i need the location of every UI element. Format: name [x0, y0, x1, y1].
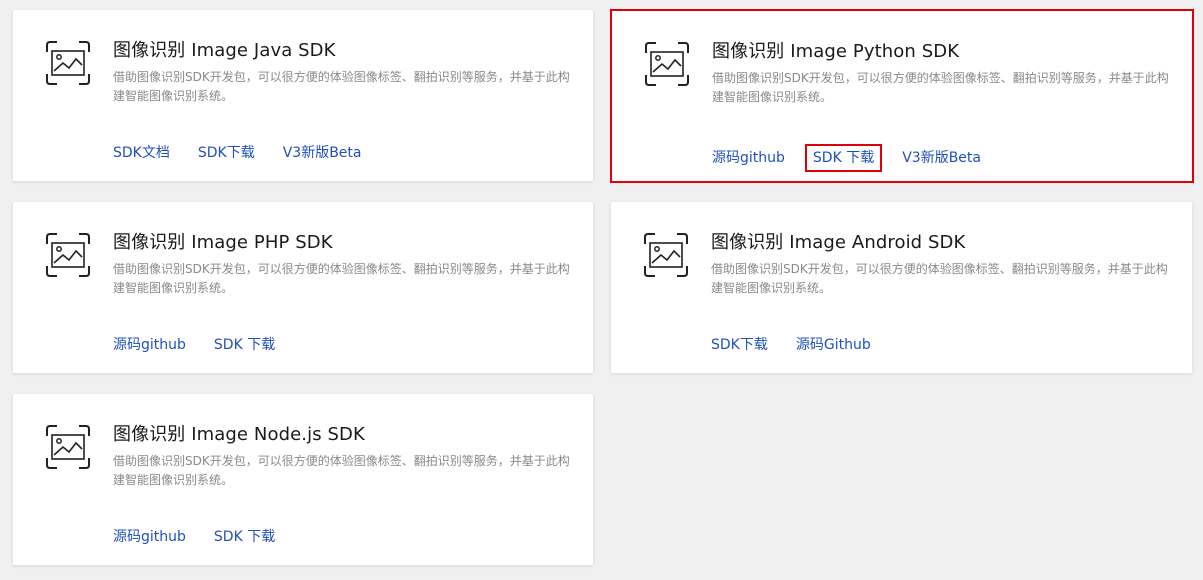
card-title: 图像识别 Image PHP SDK: [113, 232, 333, 253]
v3-beta-link[interactable]: V3新版Beta: [283, 143, 362, 163]
source-github-link[interactable]: 源码github: [113, 527, 186, 547]
card-title: 图像识别 Image Java SDK: [113, 40, 336, 61]
sdk-card-java: 图像识别 Image Java SDK 借助图像识别SDK开发包，可以很方便的体…: [13, 10, 593, 181]
card-title: 图像识别 Image Python SDK: [712, 41, 960, 62]
v3-beta-link[interactable]: V3新版Beta: [902, 148, 981, 168]
sdk-download-link[interactable]: SDK 下载: [214, 527, 275, 547]
card-links: SDK文档 SDK下载 V3新版Beta: [113, 143, 390, 163]
card-title: 图像识别 Image Node.js SDK: [113, 424, 365, 445]
image-recognition-icon: [644, 41, 690, 87]
sdk-download-link[interactable]: SDK 下载: [804, 144, 883, 172]
card-links: 源码github SDK 下载 V3新版Beta: [712, 144, 1009, 172]
image-recognition-icon: [45, 40, 91, 86]
card-description: 借助图像识别SDK开发包，可以很方便的体验图像标签、翻拍识别等服务，并基于此构建…: [113, 262, 570, 295]
image-recognition-icon: [643, 232, 689, 278]
sdk-card-nodejs: 图像识别 Image Node.js SDK 借助图像识别SDK开发包，可以很方…: [13, 394, 593, 565]
image-recognition-icon: [45, 424, 91, 470]
card-description: 借助图像识别SDK开发包，可以很方便的体验图像标签、翻拍识别等服务，并基于此构建…: [712, 71, 1169, 104]
card-description: 借助图像识别SDK开发包，可以很方便的体验图像标签、翻拍识别等服务，并基于此构建…: [711, 262, 1168, 295]
card-title: 图像识别 Image Android SDK: [711, 232, 966, 253]
card-links: 源码github SDK 下载: [113, 527, 303, 547]
sdk-card-php: 图像识别 Image PHP SDK 借助图像识别SDK开发包，可以很方便的体验…: [13, 202, 593, 373]
sdk-download-link[interactable]: SDK下载: [711, 335, 768, 355]
card-description: 借助图像识别SDK开发包，可以很方便的体验图像标签、翻拍识别等服务，并基于此构建…: [113, 454, 570, 487]
card-links: SDK下载 源码Github: [711, 335, 899, 355]
card-description: 借助图像识别SDK开发包，可以很方便的体验图像标签、翻拍识别等服务，并基于此构建…: [113, 70, 570, 103]
card-links: 源码github SDK 下载: [113, 335, 303, 355]
image-recognition-icon: [45, 232, 91, 278]
sdk-download-link[interactable]: SDK下载: [198, 143, 255, 163]
sdk-card-android: 图像识别 Image Android SDK 借助图像识别SDK开发包，可以很方…: [611, 202, 1192, 373]
source-github-link[interactable]: 源码github: [712, 148, 785, 168]
sdk-card-python: 图像识别 Image Python SDK 借助图像识别SDK开发包，可以很方便…: [610, 9, 1194, 183]
sdk-download-link[interactable]: SDK 下载: [214, 335, 275, 355]
source-github-link[interactable]: 源码github: [113, 335, 186, 355]
sdk-docs-link[interactable]: SDK文档: [113, 143, 170, 163]
source-github-link[interactable]: 源码Github: [796, 335, 871, 355]
